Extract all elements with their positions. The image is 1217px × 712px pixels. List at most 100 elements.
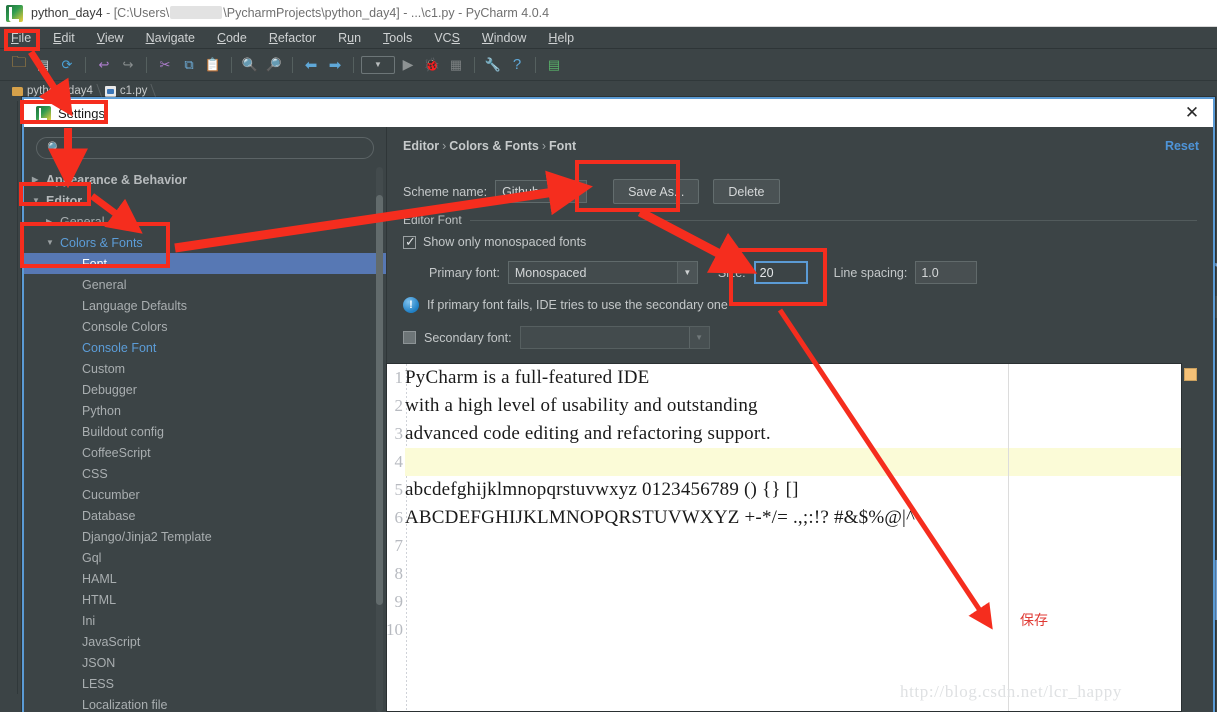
sidebar-item-custom[interactable]: Custom: [24, 358, 386, 379]
editor-font-group-title: Editor Font: [403, 213, 470, 227]
sidebar-item-colors-fonts[interactable]: ▼ Colors & Fonts: [24, 232, 386, 253]
search-box[interactable]: 🔍: [36, 137, 374, 159]
sidebar-item-haml[interactable]: HAML: [24, 568, 386, 589]
scheme-name-label: Scheme name:: [403, 184, 488, 199]
help-icon[interactable]: ?: [506, 54, 528, 76]
save-as-button[interactable]: Save As...: [613, 179, 700, 204]
preview-code-line: with a high level of usability and outst…: [405, 395, 758, 416]
preview-line-number: 9: [394, 592, 404, 611]
line-spacing-input[interactable]: [915, 261, 978, 284]
sidebar-item-label: Gql: [82, 550, 102, 565]
preview-line-number: 10: [386, 620, 403, 639]
run-configurations-icon[interactable]: ▼: [361, 55, 395, 74]
sidebar-item-console-colors[interactable]: Console Colors: [24, 316, 386, 337]
breadcrumb-part-colors-fonts[interactable]: Colors & Fonts: [449, 139, 539, 153]
menu-help[interactable]: Help: [537, 29, 585, 47]
menu-refactor[interactable]: Refactor: [258, 29, 327, 47]
preview-marker-gutter[interactable]: [1181, 363, 1199, 712]
sidebar-scrollbar-thumb[interactable]: [376, 195, 383, 605]
menu-window[interactable]: Window: [471, 29, 537, 47]
sidebar-item-localization-file[interactable]: Localization file: [24, 694, 386, 712]
menu-code[interactable]: Code: [206, 29, 258, 47]
sidebar-item-appearance-behavior[interactable]: ▶ Appearance & Behavior: [24, 169, 386, 190]
forward-icon[interactable]: ➡: [324, 54, 346, 76]
menu-tools[interactable]: Tools: [372, 29, 423, 47]
secondary-font-info-row: ! If primary font fails, IDE tries to us…: [403, 297, 1197, 313]
delete-button[interactable]: Delete: [713, 179, 780, 204]
sidebar-item-css[interactable]: CSS: [24, 463, 386, 484]
sidebar-item-javascript[interactable]: JavaScript: [24, 631, 386, 652]
deploy-icon[interactable]: ▤: [543, 54, 565, 76]
sidebar-item-label: Font: [82, 256, 108, 271]
size-label: Size:: [717, 265, 746, 280]
find-usages-icon[interactable]: 🔎: [263, 54, 285, 76]
ide-window-title: python_day4 - [C:\Users\ \PycharmProjects…: [31, 6, 549, 20]
paste-icon[interactable]: 📋: [202, 54, 224, 76]
sidebar-item-less[interactable]: LESS: [24, 673, 386, 694]
sidebar-item-buildout-config[interactable]: Buildout config: [24, 421, 386, 442]
run-icon[interactable]: ▶: [397, 54, 419, 76]
sidebar-item-coffeescript[interactable]: CoffeeScript: [24, 442, 386, 463]
sidebar-item-gql[interactable]: Gql: [24, 547, 386, 568]
show-monospaced-row[interactable]: Show only monospaced fonts: [403, 234, 1197, 250]
sidebar-item-console-font[interactable]: Console Font: [24, 337, 386, 358]
menu-view[interactable]: View: [86, 29, 135, 47]
ide-tab-project[interactable]: python_day4: [10, 85, 101, 97]
sidebar-item-json[interactable]: JSON: [24, 652, 386, 673]
find-icon[interactable]: 🔍: [239, 54, 261, 76]
close-icon[interactable]: ✕: [1177, 100, 1207, 126]
sidebar-item-editor[interactable]: ▼ Editor: [24, 190, 386, 211]
menu-vcs[interactable]: VCS: [423, 29, 471, 47]
search-input[interactable]: [67, 141, 363, 155]
copy-icon[interactable]: ⧉: [178, 54, 200, 76]
save-all-icon[interactable]: ▤: [32, 54, 54, 76]
secondary-font-select[interactable]: ▼: [519, 326, 710, 349]
sidebar-item-html[interactable]: HTML: [24, 589, 386, 610]
sidebar-item-python[interactable]: Python: [24, 400, 386, 421]
settings-tree: ▶ Appearance & Behavior ▼ Editor ▶ General ▼ Co…: [24, 169, 386, 712]
scheme-name-select[interactable]: Github con ▼: [495, 180, 588, 203]
ide-tab-project-label: python_day4: [27, 85, 93, 97]
open-folder-icon[interactable]: 🗀: [8, 54, 30, 76]
sidebar-item-general[interactable]: ▶ General: [24, 211, 386, 232]
breadcrumb-part-editor[interactable]: Editor: [403, 139, 439, 153]
back-icon[interactable]: ⬅: [300, 54, 322, 76]
sidebar-item-ini[interactable]: Ini: [24, 610, 386, 631]
settings-search-row: 🔍: [24, 127, 386, 165]
chevron-down-icon[interactable]: ▼: [688, 327, 709, 348]
info-icon: !: [403, 297, 419, 313]
preview-line-number: 1: [394, 368, 404, 387]
menu-file[interactable]: File: [0, 29, 42, 47]
sidebar-item-font[interactable]: Font: [24, 253, 386, 274]
sidebar-item-django-jinja2-template[interactable]: Django/Jinja2 Template: [24, 526, 386, 547]
coverage-icon[interactable]: ▦: [445, 54, 467, 76]
ide-tab-file[interactable]: c1.py: [103, 85, 156, 97]
chevron-down-icon[interactable]: ▼: [566, 181, 587, 202]
debug-icon[interactable]: 🐞: [421, 54, 443, 76]
sync-icon[interactable]: ⟳: [56, 54, 78, 76]
settings-wrench-icon[interactable]: 🔧: [482, 54, 504, 76]
secondary-font-checkbox[interactable]: [403, 331, 416, 344]
sidebar-item-debugger[interactable]: Debugger: [24, 379, 386, 400]
sidebar-item-database[interactable]: Database: [24, 505, 386, 526]
warning-marker-icon[interactable]: [1184, 368, 1197, 381]
sidebar-item-general[interactable]: General: [24, 274, 386, 295]
sidebar-item-cucumber[interactable]: Cucumber: [24, 484, 386, 505]
font-preview-editor[interactable]: 1 2 3 4 5 6 7 8 9 10 PyCharm is a full-featured I…: [386, 363, 1181, 712]
menu-edit[interactable]: Edit: [42, 29, 86, 47]
sidebar-item-label: Appearance & Behavior: [46, 172, 188, 187]
sidebar-item-label: Python: [82, 403, 121, 418]
cut-icon[interactable]: ✂: [154, 54, 176, 76]
undo-icon[interactable]: ↩: [93, 54, 115, 76]
sidebar-item-label: Language Defaults: [82, 298, 187, 313]
font-size-input[interactable]: [753, 261, 808, 284]
primary-font-select[interactable]: Monospaced ▼: [507, 261, 698, 284]
redo-icon[interactable]: ↪: [117, 54, 139, 76]
menu-run[interactable]: Run: [327, 29, 372, 47]
reset-link[interactable]: Reset: [1165, 139, 1199, 153]
chevron-down-icon[interactable]: ▼: [676, 262, 697, 283]
sidebar-item-language-defaults[interactable]: Language Defaults: [24, 295, 386, 316]
sidebar-item-label: General: [82, 277, 127, 292]
menu-navigate[interactable]: Navigate: [135, 29, 206, 47]
show-monospaced-checkbox[interactable]: [403, 234, 416, 250]
